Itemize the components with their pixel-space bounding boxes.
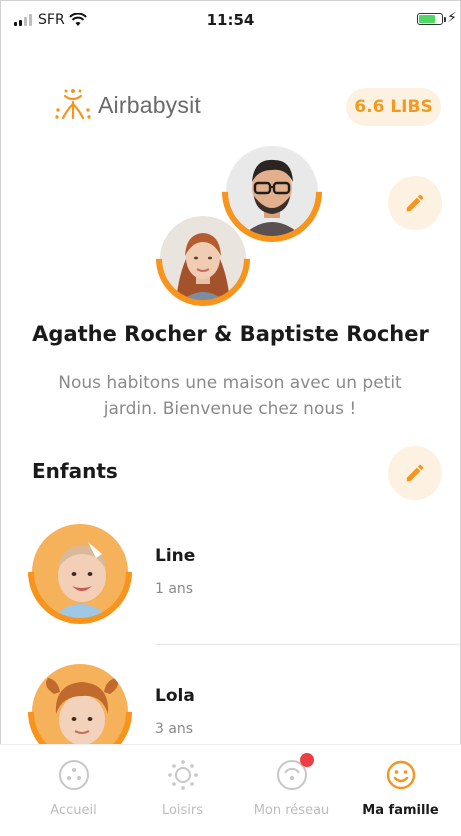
tab-label: Loisirs [161,803,204,818]
brand-name: Airbabysit [98,91,201,118]
libs-balance-badge[interactable]: 6.6 LIBS [346,88,441,126]
child-age: 3 ans [155,721,194,737]
family-description: Nous habitons une maison avec un petit j… [58,373,402,419]
child-name: Lola [155,686,195,706]
tab-mon-reseau[interactable]: Mon réseau [234,745,349,836]
battery-icon [417,13,446,25]
edit-children-button[interactable] [388,446,442,500]
radar-icon [274,753,314,793]
tab-loisirs[interactable]: Loisirs [125,745,240,836]
notification-badge [299,753,314,767]
tab-label: Mon réseau [253,803,330,818]
tab-label: Accueil [50,803,97,818]
home-dots-icon [56,757,92,793]
child-age: 1 ans [155,581,194,597]
pencil-icon [406,194,424,212]
bottom-tab-bar: Accueil Loisirs Mon réseau Ma famille [0,744,461,836]
tab-accueil[interactable]: Accueil [16,745,131,836]
sun-icon [165,757,201,793]
list-divider [155,644,461,645]
children-section-title: Enfants [32,459,118,483]
smiley-icon [383,757,419,793]
pencil-icon [406,464,424,482]
tab-label: Ma famille [362,803,439,818]
app-logo: Airbabysit [54,88,201,122]
clock: 11:54 [206,11,255,29]
status-bar: SFR 11:54 ⚡ [0,0,461,38]
tab-ma-famille[interactable]: Ma famille [343,745,458,836]
family-names: Agathe Rocher & Baptiste Rocher [32,322,429,346]
child-name: Line [155,546,196,566]
logo-mark-icon [55,89,91,120]
charging-icon: ⚡ [447,10,457,26]
edit-profile-button[interactable] [388,176,442,230]
